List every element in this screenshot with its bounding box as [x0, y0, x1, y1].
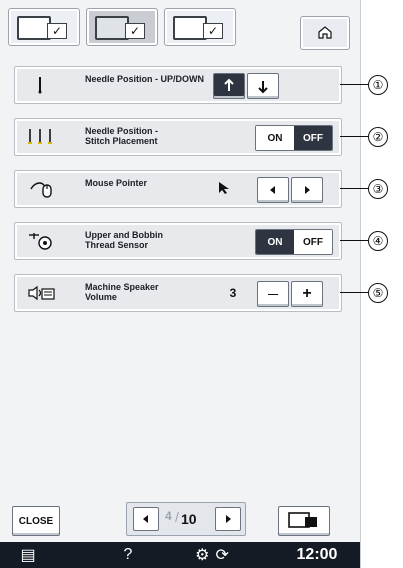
tab-settings-icon: [95, 16, 129, 40]
checkbox-icon: ✓: [47, 23, 67, 39]
row-mouse-pointer: Mouse Pointer: [14, 170, 342, 208]
volume-plus-button[interactable]: +: [291, 281, 323, 307]
volume-value: 3: [229, 286, 237, 300]
page-next-button[interactable]: [215, 507, 241, 531]
needle-down-button[interactable]: [247, 73, 279, 99]
volume-minus-button[interactable]: —: [257, 281, 289, 307]
image-button[interactable]: [278, 506, 330, 536]
row-upper-bobbin-thread-sensor: Upper and Bobbin Thread Sensor ON OFF: [14, 222, 342, 260]
row-label: Machine Speaker Volume: [85, 282, 159, 302]
thread-sensor-toggle[interactable]: ON OFF: [255, 229, 333, 255]
next-arrow-icon: [305, 186, 310, 194]
settings-button[interactable]: ⚙ ⟳: [182, 542, 242, 568]
callout-line-2: [340, 136, 368, 137]
callout-line-1: [340, 84, 368, 85]
minus-icon: —: [268, 288, 278, 300]
close-button[interactable]: CLOSE: [12, 506, 60, 536]
checkbox-icon: ✓: [125, 23, 145, 39]
toggle-off[interactable]: OFF: [294, 126, 332, 150]
help-label: ?: [123, 546, 133, 563]
toggle-on[interactable]: ON: [256, 230, 294, 254]
prev-arrow-icon: [270, 186, 275, 194]
settings-screen: ✓ ✓ ✓ Needle Position - UP/DOWN Needle P…: [0, 0, 361, 568]
tab-stitch-icon: [173, 16, 207, 40]
mouse-pointer-indicator: [217, 181, 231, 195]
cursor-icon: [219, 182, 229, 194]
home-icon: [318, 26, 332, 39]
needle-icon: [38, 77, 42, 94]
row-machine-speaker-volume: Machine Speaker Volume 3 — +: [14, 274, 342, 312]
tabs: ✓ ✓ ✓: [8, 8, 352, 50]
speaker-icon: [28, 285, 55, 301]
callout-3: ③: [368, 179, 388, 199]
needle-placement-icon: [28, 129, 52, 144]
next-arrow-icon: [226, 515, 231, 523]
pager: 4 / 10: [126, 502, 246, 536]
tab-stitch[interactable]: ✓: [164, 8, 236, 46]
callout-2: ②: [368, 127, 388, 147]
document-button[interactable]: ▤: [10, 542, 46, 568]
home-button[interactable]: [300, 16, 350, 50]
thread-sensor-icon: [29, 233, 52, 250]
toggle-off[interactable]: OFF: [294, 230, 332, 254]
callout-line-4: [340, 240, 368, 241]
row-label: Needle Position - Stitch Placement: [85, 126, 159, 146]
settings-icon: ⚙: [195, 547, 210, 564]
sync-icon: ⟳: [215, 547, 229, 564]
callout-line-5: [340, 292, 368, 293]
page-separator: /: [175, 509, 179, 525]
row-needle-position-stitch-placement: Needle Position - Stitch Placement ON OF…: [14, 118, 342, 156]
document-icon: ▤: [20, 547, 36, 564]
page-current: 4: [165, 509, 172, 523]
page-prev-button[interactable]: [133, 507, 159, 531]
callout-1: ①: [368, 75, 388, 95]
tab-general[interactable]: ✓: [8, 8, 80, 46]
needle-up-button[interactable]: [213, 73, 245, 99]
mouse-next-button[interactable]: [291, 177, 323, 203]
status-bar: ▤ ? ⚙ ⟳ 12:00: [0, 542, 360, 568]
page-total: 10: [181, 511, 197, 527]
page-indicator: 4 / 10: [165, 509, 201, 529]
image-icon: [288, 512, 317, 528]
help-button[interactable]: ?: [110, 542, 146, 568]
prev-arrow-icon: [143, 515, 148, 523]
callout-line-3: [340, 188, 368, 189]
callout-4: ④: [368, 231, 388, 251]
needle-up-icon: [224, 78, 234, 91]
tab-general-icon: [17, 16, 51, 40]
clock: 12:00: [296, 546, 338, 563]
stitch-placement-toggle[interactable]: ON OFF: [255, 125, 333, 151]
row-label: Upper and Bobbin Thread Sensor: [85, 230, 163, 250]
needle-down-icon: [258, 81, 268, 94]
checkbox-icon: ✓: [203, 23, 223, 39]
plus-icon: +: [302, 285, 312, 302]
mouse-prev-button[interactable]: [257, 177, 289, 203]
tab-settings[interactable]: ✓: [86, 8, 158, 46]
toggle-on[interactable]: ON: [256, 126, 294, 150]
row-needle-position-up-down: Needle Position - UP/DOWN: [14, 66, 342, 104]
callout-5: ⑤: [368, 283, 388, 303]
mouse-icon: [30, 182, 52, 198]
